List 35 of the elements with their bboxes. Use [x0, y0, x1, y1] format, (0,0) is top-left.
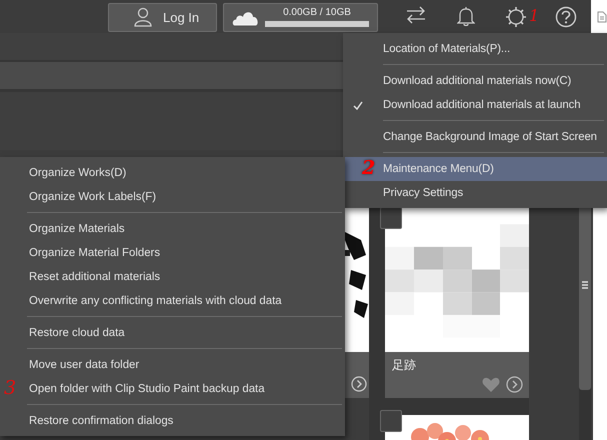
check-icon [353, 101, 363, 110]
menu-item[interactable]: Organize Material Folders [0, 241, 345, 265]
storage-reading: 0.00GB / 10GB [283, 7, 351, 18]
annotation-mark: 2 [362, 159, 376, 178]
help-icon[interactable] [555, 6, 577, 28]
arrow-circle-icon[interactable] [506, 376, 523, 393]
bell-icon[interactable] [457, 6, 475, 26]
menu-item[interactable]: Reset additional materials [0, 265, 345, 289]
annotation-mark: 3 [4, 379, 16, 398]
menu-item[interactable]: Organize Works(D) [0, 161, 345, 185]
menu-item[interactable]: Organize Materials [0, 217, 345, 241]
heart-icon[interactable] [482, 376, 500, 392]
menu-item[interactable]: 2 Maintenance Menu(D) [343, 157, 607, 181]
card-checkbox[interactable] [380, 207, 402, 229]
annotation-mark: 1 [529, 8, 540, 24]
menu-item[interactable]: Organize Work Labels(F) [0, 185, 345, 209]
menu-item[interactable]: Download additional materials at launch [343, 93, 607, 117]
menu-item[interactable]: Restore confirmation dialogs [0, 409, 345, 433]
menu-item[interactable]: Privacy Settings [343, 181, 607, 205]
menu-item[interactable]: 3 Open folder with Clip Studio Paint backup data [0, 377, 345, 401]
menu-item[interactable]: Restore cloud data [0, 321, 345, 345]
card-checkbox[interactable] [380, 410, 402, 432]
settings-icon[interactable] [505, 6, 527, 28]
menu-item[interactable]: Change Background Image of Start Screen [343, 125, 607, 149]
menu-item[interactable]: Download additional materials now(C) [343, 69, 607, 93]
card-title: 足跡 [392, 357, 416, 374]
arrow-circle-icon[interactable] [351, 376, 367, 392]
user-icon [133, 7, 153, 27]
menu-item[interactable]: Overwrite any conflicting materials with cloud data [0, 289, 345, 313]
login-button[interactable]: Log In [108, 2, 217, 32]
storage-meter[interactable]: 0.00GB / 10GB [223, 2, 378, 32]
sync-icon[interactable] [405, 6, 427, 24]
grip-icon [582, 281, 588, 289]
menu-item[interactable]: Move user data folder [0, 353, 345, 377]
menu-item[interactable]: Location of Materials(P)... [343, 37, 607, 61]
